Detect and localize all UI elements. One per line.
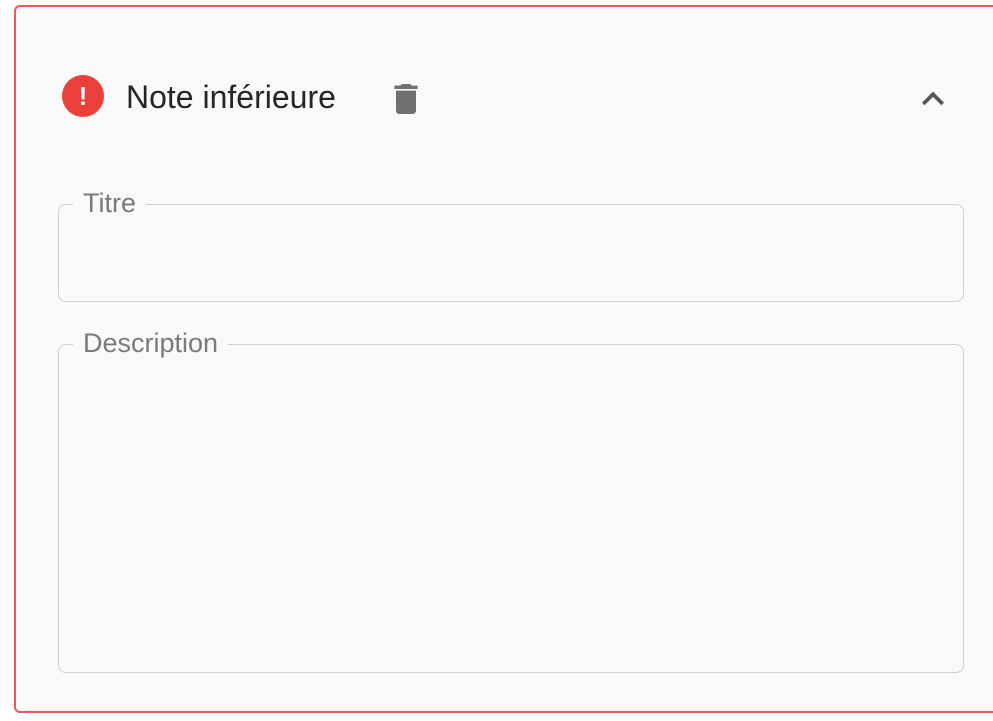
error-glyph: !	[78, 81, 88, 111]
note-card: ! Note inférieure Titre Description	[14, 5, 993, 713]
card-title: Note inférieure	[126, 79, 336, 115]
error-icon: !	[62, 75, 104, 117]
delete-button[interactable]	[386, 77, 426, 121]
description-field[interactable]: Description	[58, 327, 964, 673]
description-label: Description	[73, 327, 229, 359]
collapse-button[interactable]	[911, 77, 955, 121]
title-input[interactable]	[79, 233, 943, 283]
description-textarea[interactable]	[79, 373, 943, 656]
chevron-up-icon	[922, 91, 944, 106]
title-label: Titre	[73, 187, 146, 219]
trash-icon	[394, 84, 418, 114]
card-header: ! Note inférieure	[16, 7, 993, 187]
title-field[interactable]: Titre	[58, 187, 964, 302]
